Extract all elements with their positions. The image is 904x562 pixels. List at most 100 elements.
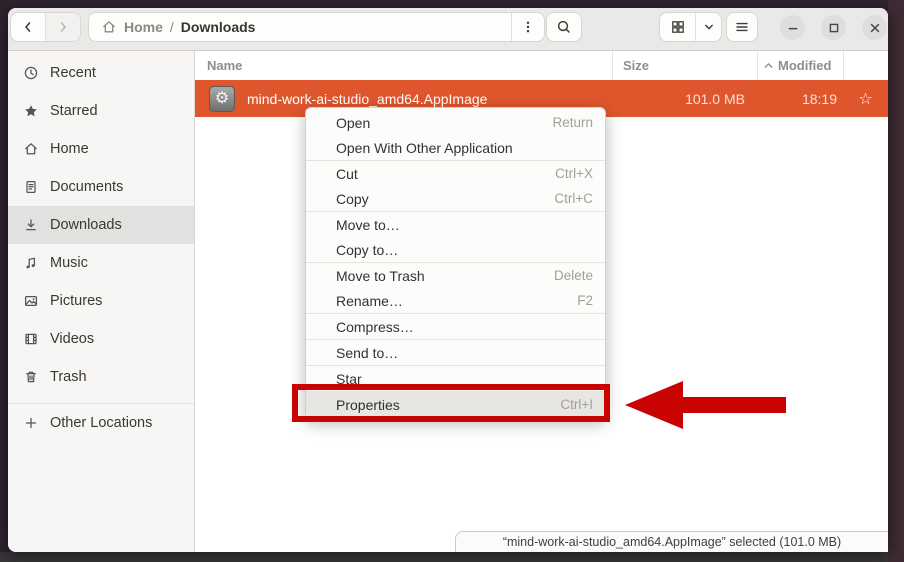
menu-item-label: Move to…: [336, 217, 400, 233]
menu-item-label: Rename…: [336, 293, 403, 309]
chevron-down-icon: [701, 19, 717, 35]
menu-item-open-with[interactable]: Open With Other Application: [306, 135, 605, 160]
chevron-left-icon: [20, 19, 36, 35]
desktop-bottom-edge: [0, 552, 904, 562]
menu-item-cut[interactable]: Cut Ctrl+X: [306, 161, 605, 186]
column-header-name[interactable]: Name: [195, 51, 612, 80]
column-header-label: Modified: [778, 58, 831, 73]
menu-item-copy[interactable]: Copy Ctrl+C: [306, 186, 605, 211]
breadcrumb-home[interactable]: Home: [124, 19, 163, 35]
picture-icon: [23, 293, 39, 309]
column-header-label: Name: [207, 58, 242, 73]
path-options-button[interactable]: [512, 13, 544, 41]
sidebar-item-label: Music: [50, 255, 88, 271]
menu-item-shortcut: Return: [552, 115, 593, 130]
menu-item-label: Compress…: [336, 319, 414, 335]
clock-icon: [23, 65, 39, 81]
music-note-icon: [23, 255, 39, 271]
sidebar-item-label: Other Locations: [50, 415, 152, 431]
minimize-icon: [785, 20, 801, 36]
menu-item-star[interactable]: Star: [306, 366, 605, 391]
sidebar-item-pictures[interactable]: Pictures: [8, 282, 194, 320]
menu-item-move-to[interactable]: Move to…: [306, 212, 605, 237]
desktop-right-edge: [888, 0, 904, 562]
menu-item-label: Cut: [336, 166, 358, 182]
search-button[interactable]: [546, 12, 582, 42]
document-icon: [23, 179, 39, 195]
menu-item-shortcut: Ctrl+X: [555, 166, 593, 181]
forward-button[interactable]: [45, 13, 80, 41]
menu-item-properties[interactable]: Properties Ctrl+I: [306, 392, 605, 417]
sort-ascending-icon: [762, 59, 775, 72]
menu-item-move-to-trash[interactable]: Move to Trash Delete: [306, 263, 605, 288]
menu-item-send-to[interactable]: Send to…: [306, 340, 605, 365]
grid-view-button[interactable]: [660, 13, 695, 41]
sidebar: Recent Starred Home Documents Downloads …: [8, 51, 195, 552]
star-toggle-icon[interactable]: ☆: [843, 89, 888, 109]
plus-icon: [23, 415, 39, 431]
menu-item-rename[interactable]: Rename… F2: [306, 288, 605, 313]
maximize-icon: [826, 20, 842, 36]
menu-item-label: Star: [336, 371, 362, 387]
home-icon: [23, 141, 39, 157]
sidebar-item-trash[interactable]: Trash: [8, 358, 194, 396]
back-button[interactable]: [11, 13, 45, 41]
view-options-button[interactable]: [695, 13, 721, 41]
menu-item-shortcut: F2: [577, 293, 593, 308]
breadcrumb-separator: /: [170, 19, 174, 35]
desktop: { "titlebar": { "breadcrumb": { "root": …: [0, 0, 904, 562]
sidebar-item-recent[interactable]: Recent: [8, 54, 194, 92]
minimize-button[interactable]: [780, 15, 805, 40]
view-toggle-group: [659, 12, 722, 42]
sidebar-item-starred[interactable]: Starred: [8, 92, 194, 130]
chevron-right-icon: [55, 19, 71, 35]
close-icon: [867, 20, 883, 36]
column-header-size[interactable]: Size: [612, 51, 757, 80]
sidebar-item-downloads[interactable]: Downloads: [8, 206, 194, 244]
file-modified-time: 18:19: [757, 91, 843, 107]
sidebar-item-music[interactable]: Music: [8, 244, 194, 282]
menu-item-label: Properties: [336, 397, 400, 413]
file-name: mind-work-ai-studio_amd64.AppImage: [247, 91, 487, 107]
star-icon: [23, 103, 39, 119]
menu-item-shortcut: Ctrl+C: [554, 191, 593, 206]
home-icon: [101, 19, 117, 35]
kebab-menu-icon: [520, 19, 536, 35]
sidebar-item-documents[interactable]: Documents: [8, 168, 194, 206]
menu-item-label: Move to Trash: [336, 268, 425, 284]
menu-item-label: Copy: [336, 191, 369, 207]
breadcrumb[interactable]: Home / Downloads: [89, 19, 511, 35]
sidebar-item-label: Starred: [50, 103, 98, 119]
menu-item-label: Copy to…: [336, 242, 398, 258]
trash-icon: [23, 369, 39, 385]
download-icon: [23, 217, 39, 233]
close-button[interactable]: [862, 15, 887, 40]
sidebar-item-home[interactable]: Home: [8, 130, 194, 168]
sidebar-item-other-locations[interactable]: Other Locations: [8, 404, 194, 442]
column-header-star[interactable]: [843, 51, 888, 80]
film-icon: [23, 331, 39, 347]
menu-item-compress[interactable]: Compress…: [306, 314, 605, 339]
sidebar-item-label: Documents: [50, 179, 123, 195]
path-bar: Home / Downloads: [88, 12, 545, 42]
titlebar: Home / Downloads: [8, 8, 888, 51]
context-menu: Open Return Open With Other Application …: [305, 107, 606, 420]
menu-item-label: Open: [336, 115, 370, 131]
column-header-label: Size: [623, 58, 649, 73]
hamburger-menu-button[interactable]: [726, 12, 758, 42]
sidebar-item-label: Trash: [50, 369, 87, 385]
menu-item-open[interactable]: Open Return: [306, 110, 605, 135]
breadcrumb-current[interactable]: Downloads: [181, 19, 256, 35]
menu-item-shortcut: Ctrl+I: [560, 397, 593, 412]
sidebar-item-videos[interactable]: Videos: [8, 320, 194, 358]
gear-glyph: ⚙: [215, 91, 229, 107]
menu-item-shortcut: Delete: [554, 268, 593, 283]
menu-item-label: Send to…: [336, 345, 398, 361]
sidebar-item-label: Pictures: [50, 293, 102, 309]
sidebar-item-label: Home: [50, 141, 89, 157]
maximize-button[interactable]: [821, 15, 846, 40]
menu-item-copy-to[interactable]: Copy to…: [306, 237, 605, 262]
sidebar-item-label: Recent: [50, 65, 96, 81]
column-header-modified[interactable]: Modified: [757, 51, 843, 80]
appimage-gear-icon: ⚙: [209, 86, 235, 112]
